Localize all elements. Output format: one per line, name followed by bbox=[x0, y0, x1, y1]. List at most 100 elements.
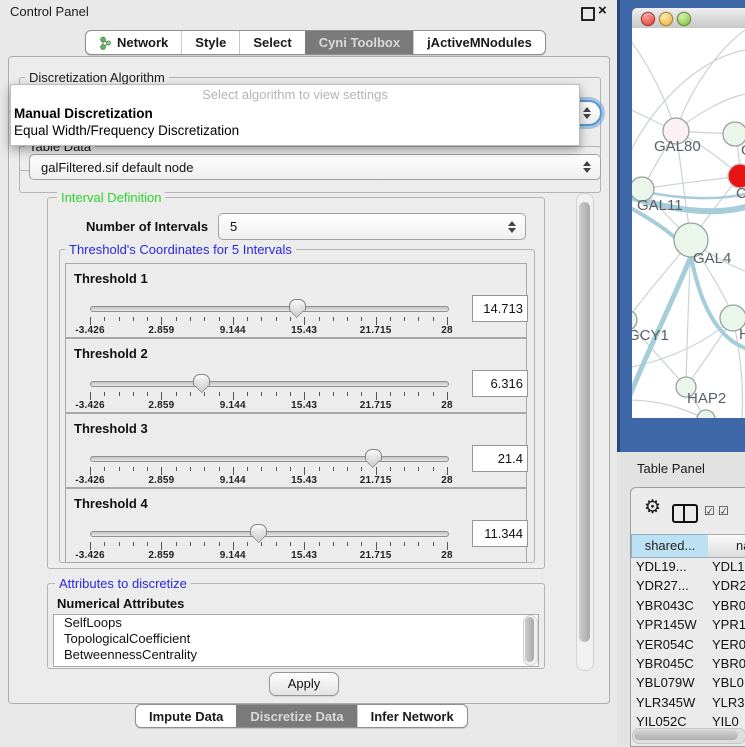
table-row[interactable]: YPR145WYPR1 bbox=[631, 617, 745, 636]
network-edge[interactable] bbox=[642, 176, 740, 189]
column-header-shared-name[interactable]: shared... bbox=[631, 534, 709, 558]
table-row[interactable]: YER054C YER0 bbox=[631, 637, 745, 656]
slider-tick bbox=[304, 467, 305, 475]
slider-scale-label: 21.715 bbox=[360, 475, 392, 486]
attributes-list-scrollbar[interactable] bbox=[523, 615, 538, 666]
network-edge[interactable] bbox=[691, 256, 745, 348]
threshold-panels: Threshold 1-3.4262.8599.14415.4321.71528… bbox=[65, 263, 527, 563]
table-row[interactable]: YLR345WYLR3 bbox=[631, 695, 745, 714]
threshold-value-input[interactable]: 11.344 bbox=[472, 520, 528, 547]
combo-arrows-icon bbox=[508, 214, 516, 239]
attribute-item-selfloops[interactable]: SelfLoops bbox=[54, 615, 538, 631]
tab-discretize-data[interactable]: Discretize Data bbox=[236, 705, 356, 727]
select-all-checkbox-icon[interactable]: ☑ bbox=[704, 504, 715, 518]
slider-tick bbox=[133, 392, 134, 396]
table-row[interactable]: YBR045CYBR0 bbox=[631, 656, 745, 675]
gear-icon[interactable]: ⚙ bbox=[644, 498, 661, 517]
close-icon[interactable]: × bbox=[598, 2, 607, 19]
numerical-attributes-list: SelfLoopsTopologicalCoefficientBetweenne… bbox=[53, 614, 539, 667]
cell-shared-name: YER054C bbox=[636, 637, 694, 652]
slider-tick bbox=[418, 317, 419, 321]
network-edge[interactable] bbox=[632, 36, 676, 131]
slider-tick bbox=[119, 317, 120, 321]
node-label: GAL11 bbox=[637, 197, 683, 214]
slider-tick bbox=[204, 542, 205, 546]
settings-scrollbar[interactable] bbox=[576, 193, 594, 671]
slider-tick bbox=[404, 392, 405, 396]
table-row[interactable]: YBR043CYBR0 bbox=[631, 598, 745, 617]
select-none-checkbox-icon[interactable]: ☑ bbox=[718, 504, 729, 518]
algorithm-option-manual-discretization[interactable]: Manual Discretization bbox=[11, 105, 579, 122]
threshold-value-input[interactable]: 14.713 bbox=[472, 295, 528, 322]
zoom-button[interactable] bbox=[677, 12, 691, 26]
slider-tick bbox=[347, 392, 348, 396]
algorithm-option-equal-width-frequency-discretization[interactable]: Equal Width/Frequency Discretization bbox=[11, 122, 579, 139]
tab-cyni-toolbox[interactable]: Cyni Toolbox bbox=[305, 31, 413, 54]
slider-tick bbox=[376, 317, 377, 325]
network-window-titlebar[interactable] bbox=[632, 8, 745, 29]
network-node-bottom-partial[interactable] bbox=[697, 410, 715, 418]
cell-shared-name: YPR145W bbox=[636, 617, 697, 632]
slider-tick bbox=[104, 542, 105, 546]
tab-impute-data[interactable]: Impute Data bbox=[136, 705, 236, 727]
table-hscrollbar-thumb[interactable] bbox=[634, 730, 738, 740]
table-row[interactable]: YDL19...YDL1 bbox=[631, 559, 745, 578]
slider-tick bbox=[347, 317, 348, 321]
slider-track[interactable] bbox=[90, 381, 449, 387]
attributes-list-scrollbar-thumb[interactable] bbox=[525, 617, 534, 662]
minimize-button[interactable] bbox=[659, 12, 673, 26]
attribute-item-betweennesscentrality[interactable]: BetweennessCentrality bbox=[54, 647, 538, 663]
columns-icon[interactable] bbox=[672, 504, 698, 523]
slider-scale-label: 2.859 bbox=[148, 475, 174, 486]
slider-tick bbox=[447, 467, 448, 475]
tab-select[interactable]: Select bbox=[239, 31, 304, 54]
slider-scale-label: 9.144 bbox=[220, 325, 246, 336]
slider-tick bbox=[133, 467, 134, 471]
slider-tick bbox=[247, 317, 248, 321]
apply-button[interactable]: Apply bbox=[269, 672, 339, 696]
slider-tick bbox=[147, 542, 148, 546]
slider-tick bbox=[276, 542, 277, 546]
slider-track[interactable] bbox=[90, 456, 449, 462]
network-canvas[interactable]: GAL80GCGAL11GAL4GCY1HHAP2 bbox=[632, 28, 745, 418]
tab-label: Impute Data bbox=[149, 709, 223, 724]
settings-scrollbar-thumb[interactable] bbox=[579, 202, 590, 642]
slider-tick bbox=[418, 542, 419, 546]
cell-name: YER0 bbox=[712, 637, 745, 652]
table-data-value: galFiltered.sif default node bbox=[41, 160, 193, 175]
slider-tick bbox=[347, 467, 348, 471]
slider-tick bbox=[333, 392, 334, 396]
tab-style[interactable]: Style bbox=[181, 31, 239, 54]
table-hscrollbar[interactable] bbox=[632, 728, 745, 744]
threshold-value-input[interactable]: 6.316 bbox=[472, 370, 528, 397]
threshold-value-input[interactable]: 21.4 bbox=[472, 445, 528, 472]
node-label: GAL80 bbox=[654, 138, 701, 155]
slider-thumb[interactable] bbox=[365, 449, 382, 461]
slider-scale-label: 2.859 bbox=[148, 550, 174, 561]
slider-track[interactable] bbox=[90, 306, 449, 312]
tab-jactivemnodules[interactable]: jActiveMNodules bbox=[413, 31, 545, 54]
tab-label: Discretize Data bbox=[250, 709, 343, 724]
tab-network[interactable]: Network bbox=[86, 31, 181, 54]
slider-tick bbox=[361, 392, 362, 396]
close-button[interactable] bbox=[641, 12, 655, 26]
slider-thumb[interactable] bbox=[193, 374, 210, 386]
slider-track[interactable] bbox=[90, 531, 449, 537]
cell-shared-name: YBR043C bbox=[636, 598, 694, 613]
slider-thumb[interactable] bbox=[289, 299, 306, 311]
tab-infer-network[interactable]: Infer Network bbox=[357, 705, 467, 727]
table-data-combobox[interactable]: galFiltered.sif default node bbox=[29, 154, 601, 180]
float-panel-icon[interactable] bbox=[581, 7, 595, 21]
attribute-item-topologicalcoefficient[interactable]: TopologicalCoefficient bbox=[54, 631, 538, 647]
node-label: HAP2 bbox=[687, 390, 726, 407]
table-row[interactable]: YBL079WYBL0 bbox=[631, 675, 745, 694]
cell-name: YBR0 bbox=[712, 656, 745, 671]
slider-tick bbox=[261, 467, 262, 471]
column-header-name[interactable]: name bbox=[708, 534, 745, 558]
number-of-intervals-combobox[interactable]: 5 bbox=[218, 213, 526, 240]
table-row[interactable]: YIL052CYIL0 bbox=[631, 714, 745, 728]
table-row[interactable]: YDR27...YDR2 bbox=[631, 578, 745, 597]
slider-thumb[interactable] bbox=[250, 524, 267, 536]
slider-tick bbox=[176, 467, 177, 471]
control-panel: Control Panel × NetworkStyleSelectCyni T… bbox=[0, 0, 618, 745]
